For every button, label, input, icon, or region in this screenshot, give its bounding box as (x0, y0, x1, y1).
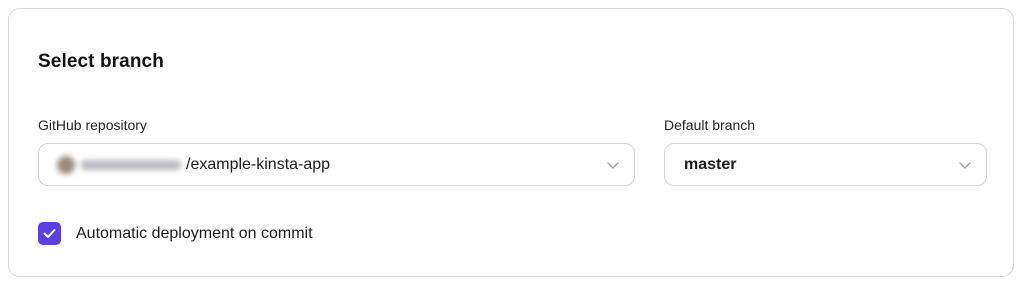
default-branch-select[interactable]: master (664, 143, 987, 186)
section-title: Select branch (38, 51, 164, 72)
default-branch-label: Default branch (664, 117, 756, 133)
checkmark-icon (43, 229, 56, 238)
owner-avatar (57, 156, 75, 174)
repository-owner-obscured (57, 155, 185, 175)
chevron-down-icon (607, 162, 619, 169)
github-repository-label: GitHub repository (38, 117, 147, 133)
owner-name-obscured (81, 160, 181, 170)
repository-value: /example-kinsta-app (186, 156, 331, 173)
github-repository-select[interactable]: /example-kinsta-app (38, 143, 635, 186)
auto-deploy-label[interactable]: Automatic deployment on commit (76, 225, 313, 243)
chevron-down-icon (959, 162, 971, 169)
select-branch-card: Select branch GitHub repository Default … (8, 8, 1014, 277)
branch-value: master (684, 156, 737, 173)
auto-deploy-checkbox[interactable] (38, 222, 61, 245)
